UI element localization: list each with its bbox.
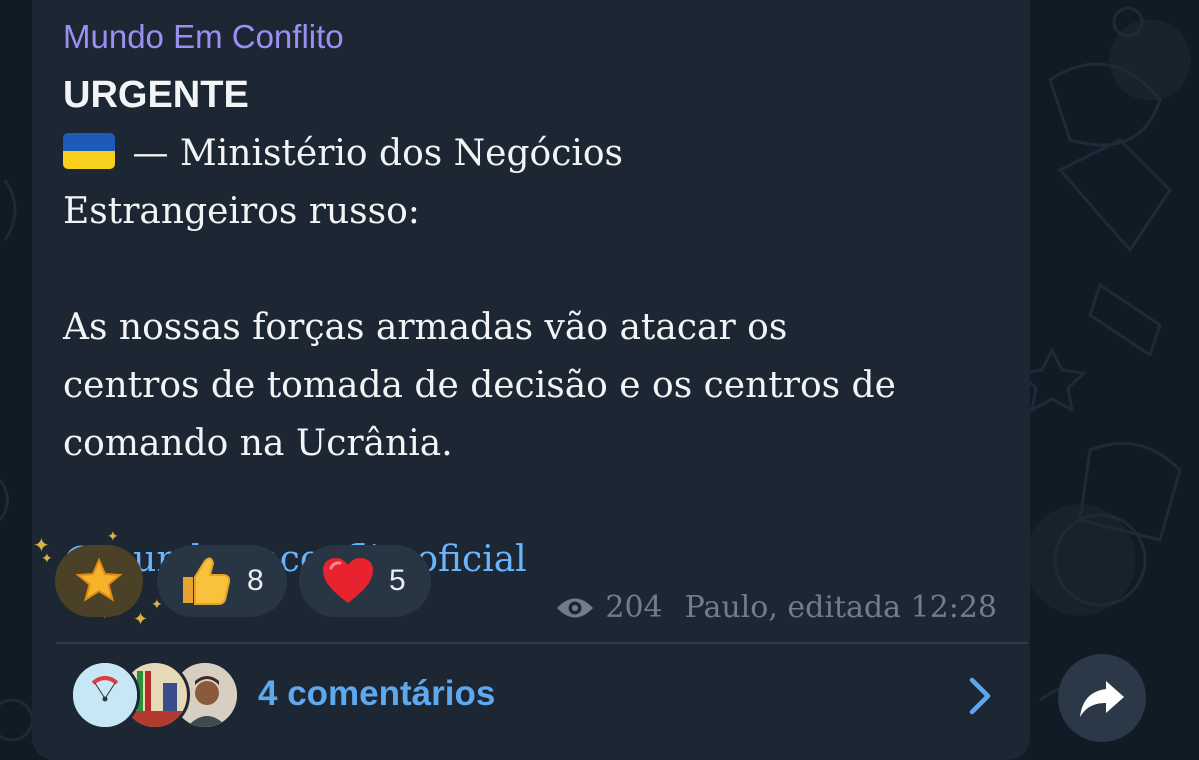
star-icon	[75, 557, 123, 602]
commenter-avatars[interactable]	[70, 660, 240, 730]
comments-link[interactable]: 4 comentários	[258, 674, 495, 714]
heart-icon	[323, 558, 373, 603]
sparkle-icon: ✦	[151, 597, 163, 613]
share-arrow-icon	[1080, 681, 1124, 717]
russia-flag-icon	[274, 75, 326, 111]
thumbs-up-icon	[183, 557, 231, 605]
share-button[interactable]	[1058, 654, 1146, 742]
reaction-count: 8	[247, 564, 264, 597]
channel-name[interactable]: Mundo Em Conflito	[63, 18, 344, 56]
headline-urgent: URGENTE	[63, 74, 249, 116]
view-count: 204	[605, 590, 663, 625]
chevron-right-icon[interactable]	[966, 676, 994, 716]
divider	[56, 642, 1028, 644]
body-line-3: comando na Ucrânia.	[63, 423, 453, 464]
ukraine-flag-icon	[63, 133, 115, 169]
sparkle-icon: ✦	[41, 551, 53, 567]
message-meta: 204 Paulo, editada 12:28	[555, 590, 997, 625]
headline-line-1: URGENTE	[63, 66, 1008, 125]
body-line-1: As nossas forças armadas vão atacar os	[63, 307, 788, 348]
sparkle-icon: ✦	[133, 609, 149, 630]
body-line-2: centros de tomada de decisão e os centro…	[63, 365, 896, 406]
sparkle-icon: ✦	[107, 529, 119, 545]
reaction-heart[interactable]: 5	[299, 545, 431, 617]
reaction-count: 5	[389, 564, 406, 597]
message-text: URGENTE — Ministério dos Negócios Estran…	[63, 66, 1008, 589]
headline-rest: — Ministério dos Negócios	[121, 133, 624, 174]
avatar	[70, 660, 140, 730]
post-signature: Paulo, editada 12:28	[684, 590, 997, 625]
eye-icon	[557, 598, 594, 617]
reaction-thumbs-up[interactable]: 8	[157, 545, 287, 617]
reaction-star[interactable]	[55, 545, 143, 617]
headline-line-2: Estrangeiros russo:	[63, 191, 420, 232]
